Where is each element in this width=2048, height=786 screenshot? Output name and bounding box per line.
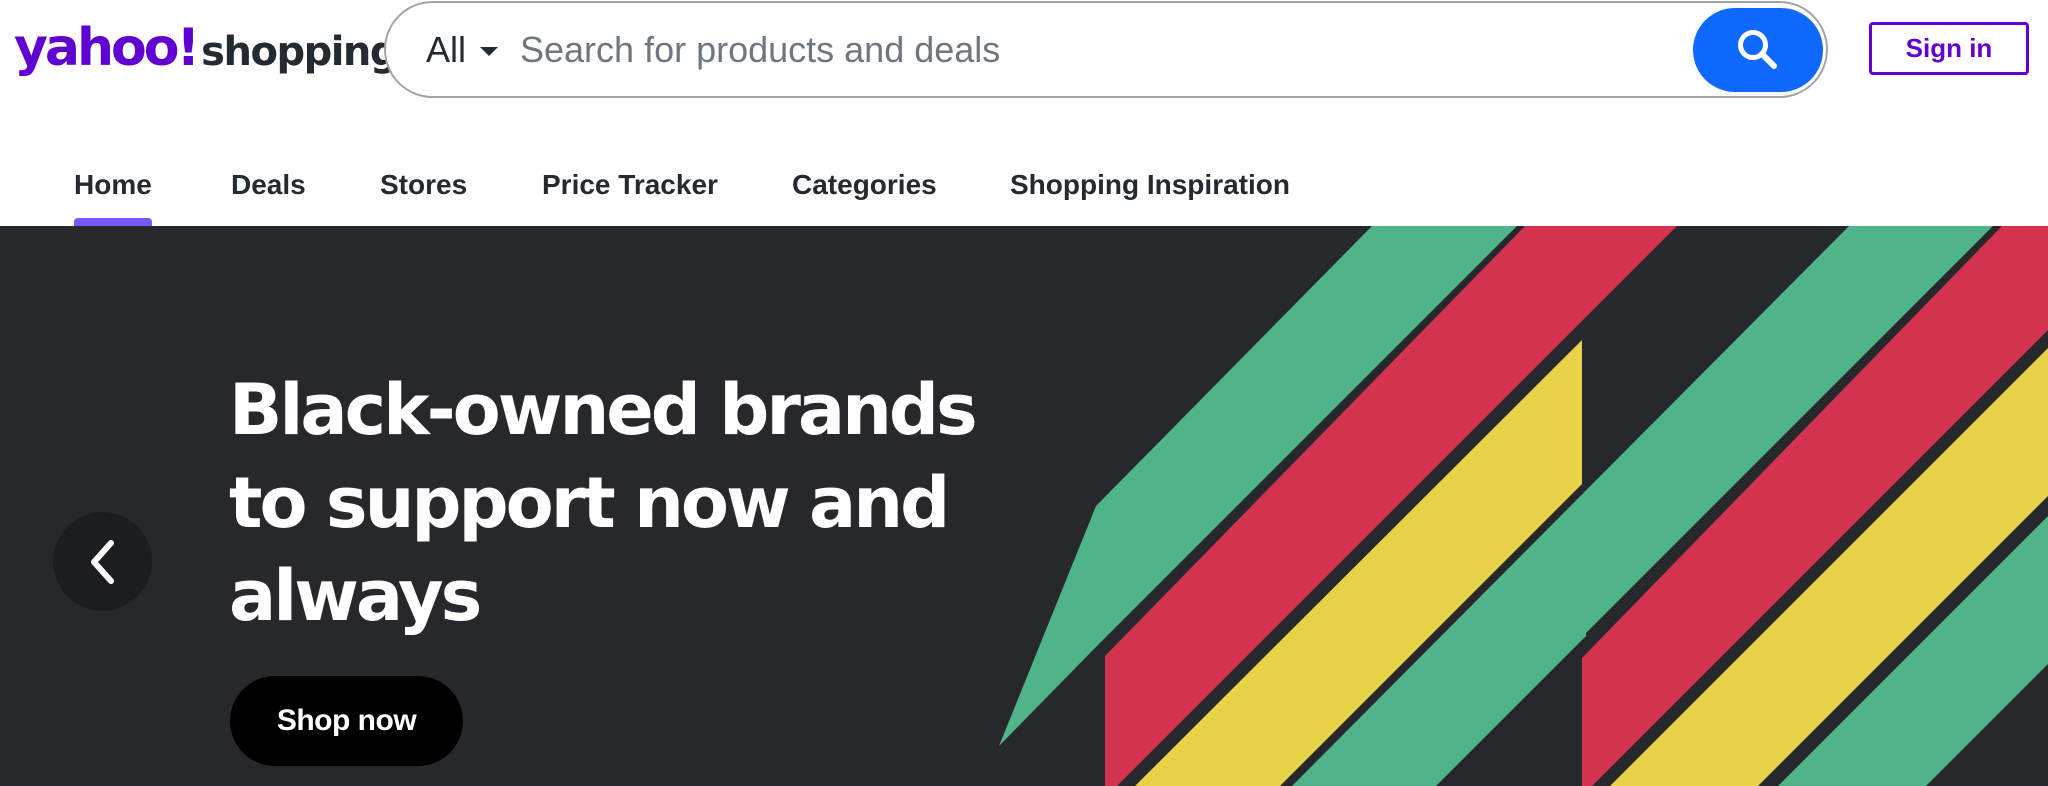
header: yahoo! shopping All Sign in bbox=[0, 0, 2048, 108]
sign-in-button[interactable]: Sign in bbox=[1869, 22, 2029, 75]
caret-down-icon bbox=[480, 47, 499, 56]
search-scope-label: All bbox=[426, 28, 467, 70]
nav-tab-price-tracker[interactable]: Price Tracker bbox=[542, 150, 718, 226]
search-input[interactable] bbox=[520, 21, 1550, 78]
chevron-left-icon bbox=[90, 539, 114, 584]
hero-headline: Black-owned brands to support now and al… bbox=[229, 364, 989, 643]
hero-headline-line: to support now and bbox=[229, 462, 950, 544]
shop-now-button[interactable]: Shop now bbox=[230, 676, 463, 766]
carousel-prev-button[interactable] bbox=[53, 512, 152, 611]
hero-headline-line: always bbox=[229, 555, 482, 637]
nav-tab-stores[interactable]: Stores bbox=[380, 150, 467, 226]
hero-banner: Black-owned brands to support now and al… bbox=[0, 226, 2048, 786]
search-icon bbox=[1738, 30, 1777, 69]
logo-shopping-text: shopping bbox=[201, 29, 398, 75]
search-scope-dropdown[interactable]: All bbox=[426, 3, 499, 96]
search-button[interactable] bbox=[1693, 8, 1823, 92]
logo-yahoo-text: yahoo! bbox=[14, 18, 200, 78]
nav-tab-deals[interactable]: Deals bbox=[231, 150, 306, 226]
search-bar: All bbox=[384, 1, 1828, 98]
yahoo-shopping-logo[interactable]: yahoo! shopping bbox=[14, 18, 399, 78]
nav-tab-categories[interactable]: Categories bbox=[792, 150, 937, 226]
hero-headline-line: Black-owned brands bbox=[229, 369, 978, 451]
nav-tab-shopping-inspiration[interactable]: Shopping Inspiration bbox=[1010, 150, 1290, 226]
main-nav: Home Deals Stores Price Tracker Categori… bbox=[0, 150, 2048, 226]
nav-tab-home[interactable]: Home bbox=[74, 150, 152, 226]
